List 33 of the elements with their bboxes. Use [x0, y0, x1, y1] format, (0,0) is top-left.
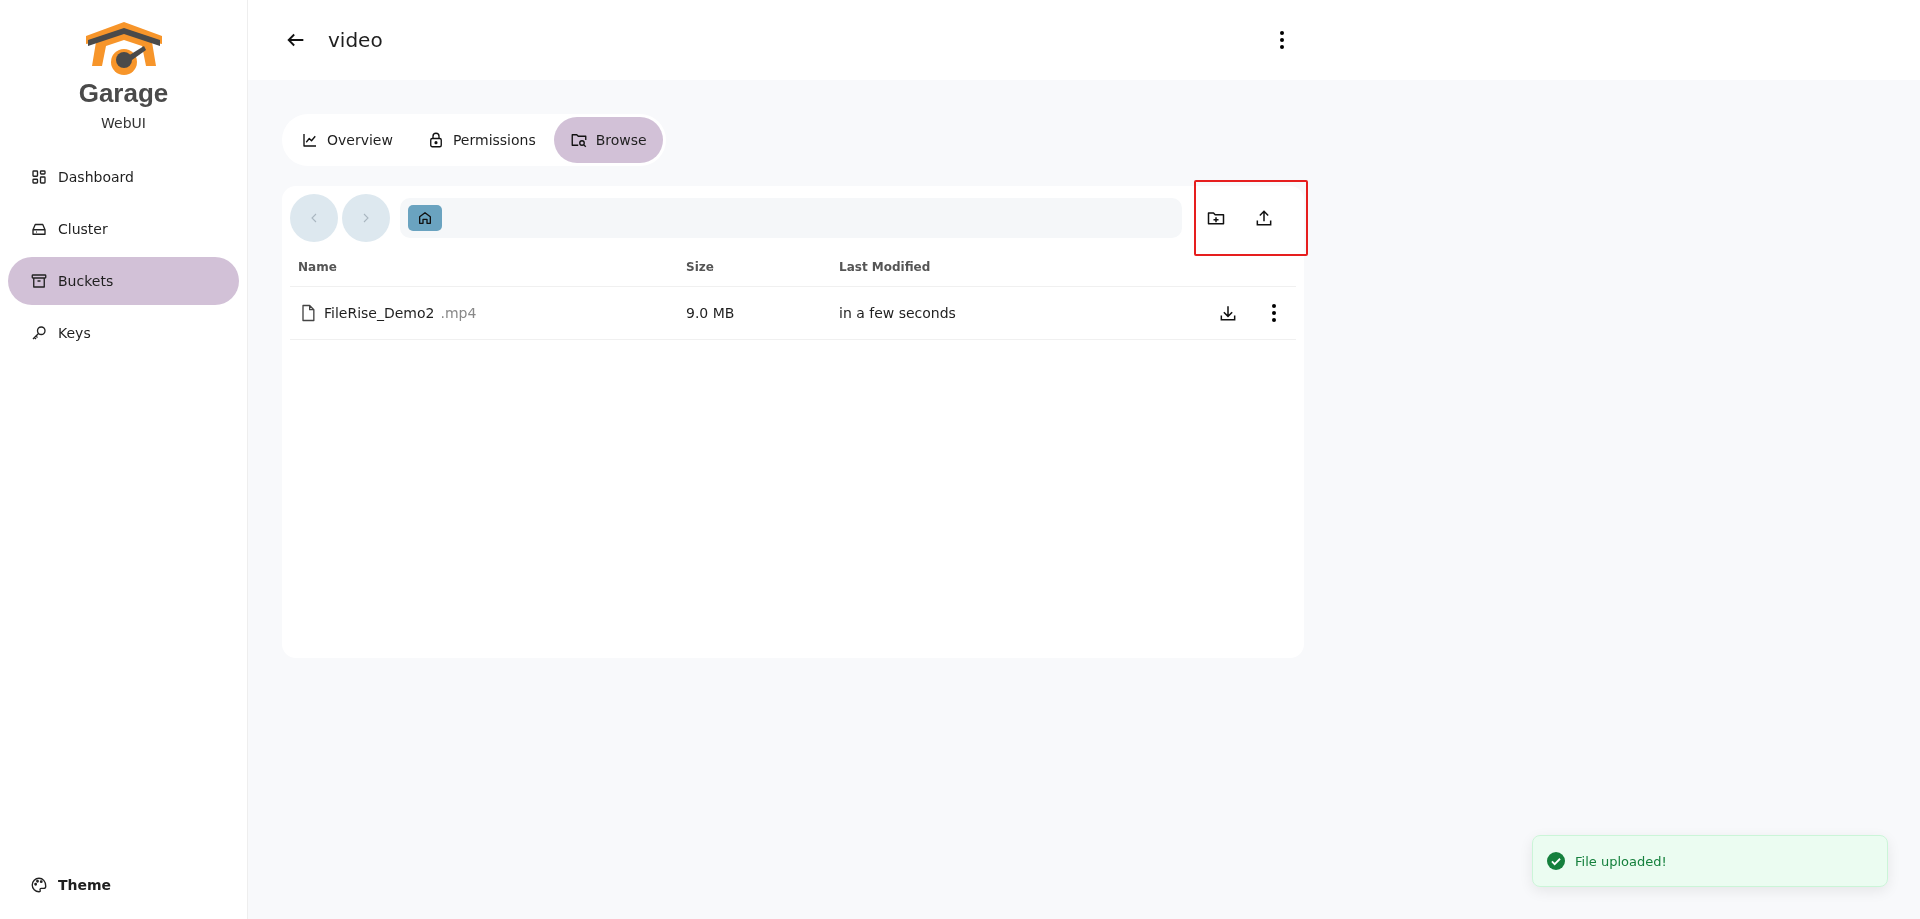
file-modified: in a few seconds — [839, 305, 957, 321]
garage-logo-icon — [83, 20, 164, 76]
toast-message: File uploaded! — [1575, 853, 1667, 869]
folder-search-icon — [569, 131, 588, 149]
column-header: Size — [686, 260, 715, 274]
chart-line-icon — [301, 131, 319, 149]
file-name[interactable]: FileRise_Demo2 — [324, 305, 435, 321]
file-extension: .mp4 — [440, 305, 477, 321]
nav-item[interactable]: Buckets — [8, 257, 239, 305]
tab[interactable]: Browse — [553, 117, 663, 163]
check-circle-icon — [1547, 852, 1565, 870]
grid-icon — [30, 168, 48, 186]
archive-box-icon — [30, 272, 48, 290]
nav-item[interactable]: Dashboard — [8, 153, 239, 201]
home-icon — [417, 210, 433, 226]
column-header: Name — [298, 260, 338, 274]
key-icon — [30, 324, 48, 342]
column-header: Last Modified — [839, 260, 932, 274]
tab[interactable]: Permissions — [410, 117, 552, 163]
theme-button[interactable]: Theme — [8, 873, 134, 897]
nav-item[interactable]: Cluster — [8, 205, 239, 253]
more-vertical-icon — [1272, 304, 1276, 322]
nav-item[interactable]: Keys — [8, 309, 239, 357]
app-title: Garage — [78, 78, 169, 109]
home-button[interactable] — [408, 205, 442, 231]
tab[interactable]: Overview — [285, 117, 409, 163]
upload-icon — [1254, 208, 1274, 228]
page-title: video — [328, 28, 383, 52]
file-size: 9.0 MB — [686, 305, 736, 321]
more-vertical-icon — [1280, 31, 1284, 49]
download-icon — [1218, 303, 1238, 323]
app-subtitle: WebUI — [101, 115, 146, 131]
palette-icon — [30, 876, 48, 894]
